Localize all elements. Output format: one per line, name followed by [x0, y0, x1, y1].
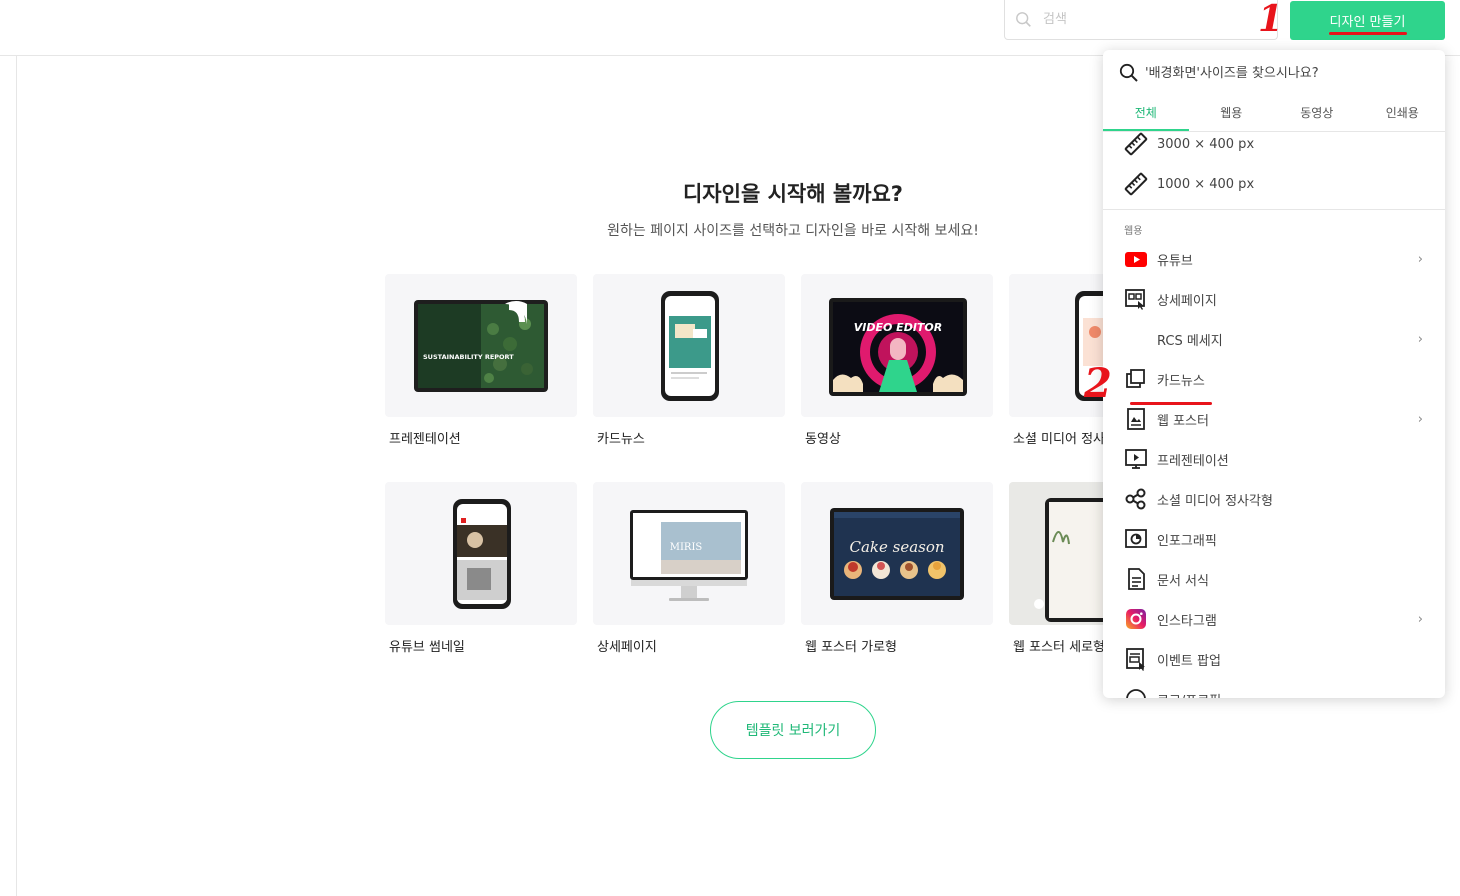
menu-item-label: 인포그래픽: [1157, 533, 1217, 549]
card-label: 웹 포스터 가로형: [805, 640, 897, 655]
menu-item-label: 문서 서식: [1157, 573, 1209, 589]
rcs-message-icon: [1124, 327, 1148, 351]
menu-item-label: 상세페이지: [1157, 293, 1217, 309]
tablet-video-image: VIDEO EDITOR: [829, 298, 967, 396]
card-label: 상세페이지: [597, 640, 657, 655]
search-icon: [1119, 63, 1138, 82]
tablet-poster-image: Cake season: [830, 508, 964, 600]
share-icon: [1124, 487, 1148, 511]
menu-item-card-news[interactable]: 카드뉴스: [1103, 359, 1445, 399]
menu-item-label: 인스타그램: [1157, 613, 1217, 629]
thumb-text: SUSTAINABILITY REPORT: [423, 353, 514, 361]
menu-item-label: 유튜브: [1157, 253, 1193, 269]
recent-size-item[interactable]: 1000 × 400 px: [1103, 164, 1445, 204]
annotation-number-one: 1: [1258, 0, 1284, 40]
card-web-poster-horizontal[interactable]: Cake season 웹 포스터 가로형: [801, 482, 993, 655]
menu-item-detail-page[interactable]: 상세페이지: [1103, 279, 1445, 319]
size-search-input[interactable]: [1145, 65, 1425, 81]
menu-item-label: 이벤트 팝업: [1157, 653, 1221, 669]
logo-icon: [1124, 687, 1148, 698]
menu-item-document[interactable]: 문서 서식: [1103, 559, 1445, 599]
menu-item-logo-profile[interactable]: 로고/프로필: [1103, 679, 1445, 698]
dropdown-divider: [1103, 209, 1445, 210]
chevron-right-icon: ›: [1417, 611, 1423, 627]
menu-item-social-square[interactable]: 소셜 미디어 정사각형: [1103, 479, 1445, 519]
create-design-dropdown: 전체 웹용 동영상 인쇄용 3000 × 400 px 1000 × 400 p…: [1103, 50, 1445, 698]
top-bar: 디자인 만들기: [0, 0, 1460, 56]
menu-item-label: RCS 메세지: [1157, 333, 1223, 349]
card-news-icon: [1124, 367, 1148, 391]
card-card-news[interactable]: 카드뉴스: [593, 274, 785, 447]
menu-item-web-poster[interactable]: 웹 포스터 ›: [1103, 399, 1445, 439]
presentation-icon: [1124, 447, 1148, 471]
card-youtube-thumbnail[interactable]: 유튜브 썸네일: [385, 482, 577, 655]
menu-item-instagram[interactable]: 인스타그램 ›: [1103, 599, 1445, 639]
menu-item-label: 카드뉴스: [1157, 373, 1205, 389]
instagram-icon: [1124, 607, 1148, 631]
card-thumbnail: VIDEO EDITOR: [801, 274, 993, 417]
thumb-text: VIDEO EDITOR: [854, 321, 943, 334]
tablet-mockup-image: SUSTAINABILITY REPORT: [414, 300, 548, 392]
menu-item-presentation[interactable]: 프레젠테이션: [1103, 439, 1445, 479]
monitor-mockup-image: MIRIS: [630, 510, 748, 601]
view-templates-button[interactable]: 템플릿 보러가기: [710, 701, 876, 759]
recent-size-label: 1000 × 400 px: [1157, 176, 1255, 192]
thumb-text: Cake season: [849, 538, 944, 556]
detail-page-icon: [1124, 287, 1148, 311]
web-poster-icon: [1124, 407, 1148, 431]
menu-item-rcs-message[interactable]: RCS 메세지 ›: [1103, 319, 1445, 359]
dropdown-search[interactable]: [1103, 50, 1445, 96]
event-popup-icon: [1124, 647, 1148, 671]
menu-item-label: 프레젠테이션: [1157, 453, 1229, 469]
card-thumbnail: MIRIS: [593, 482, 785, 625]
chevron-right-icon: ›: [1417, 331, 1423, 347]
section-heading-web: 웹용: [1124, 226, 1143, 237]
recent-size-label: 3000 × 400 px: [1157, 136, 1255, 152]
card-label: 프레젠테이션: [389, 432, 461, 447]
chevron-right-icon: ›: [1417, 251, 1423, 267]
menu-item-label: 웹 포스터: [1157, 413, 1209, 429]
ruler-icon: [1124, 132, 1148, 156]
search-box[interactable]: [1004, 0, 1278, 40]
annotation-number-two: 2: [1084, 360, 1112, 407]
card-thumbnail: [385, 482, 577, 625]
annotation-underline: [1130, 402, 1212, 405]
infographic-icon: [1124, 527, 1148, 551]
card-label: 유튜브 썸네일: [389, 640, 465, 655]
document-icon: [1124, 567, 1148, 591]
chevron-right-icon: ›: [1417, 411, 1423, 427]
menu-item-label: 소셜 미디어 정사각형: [1157, 493, 1273, 509]
menu-item-event-popup[interactable]: 이벤트 팝업: [1103, 639, 1445, 679]
card-detail-page[interactable]: MIRIS 상세페이지: [593, 482, 785, 655]
card-thumbnail: SUSTAINABILITY REPORT: [385, 274, 577, 417]
search-icon: [1016, 11, 1031, 27]
menu-item-infographic[interactable]: 인포그래픽: [1103, 519, 1445, 559]
page: 디자인 만들기 디자인을 시작해 볼까요? 원하는 페이지 사이즈를 선택하고 …: [0, 0, 1460, 896]
search-input[interactable]: [1043, 12, 1243, 27]
card-label: 카드뉴스: [597, 432, 645, 447]
thumb-text: MIRIS: [670, 542, 703, 553]
phone-mockup-image: [661, 291, 719, 401]
card-thumbnail: Cake season: [801, 482, 993, 625]
youtube-icon: [1124, 247, 1148, 271]
menu-item-youtube[interactable]: 유튜브 ›: [1103, 239, 1445, 279]
card-label: 동영상: [805, 432, 841, 447]
menu-item-label: 로고/프로필: [1157, 690, 1221, 699]
ruler-icon: [1124, 172, 1148, 196]
annotation-underline: [1329, 32, 1407, 35]
card-thumbnail: [593, 274, 785, 417]
card-presentation[interactable]: SUSTAINABILITY REPORT 프레젠테이션: [385, 274, 577, 447]
phone-youtube-image: [453, 499, 511, 609]
card-video[interactable]: VIDEO EDITOR 동영상: [801, 274, 993, 447]
recent-size-item[interactable]: 3000 × 400 px: [1103, 124, 1445, 164]
